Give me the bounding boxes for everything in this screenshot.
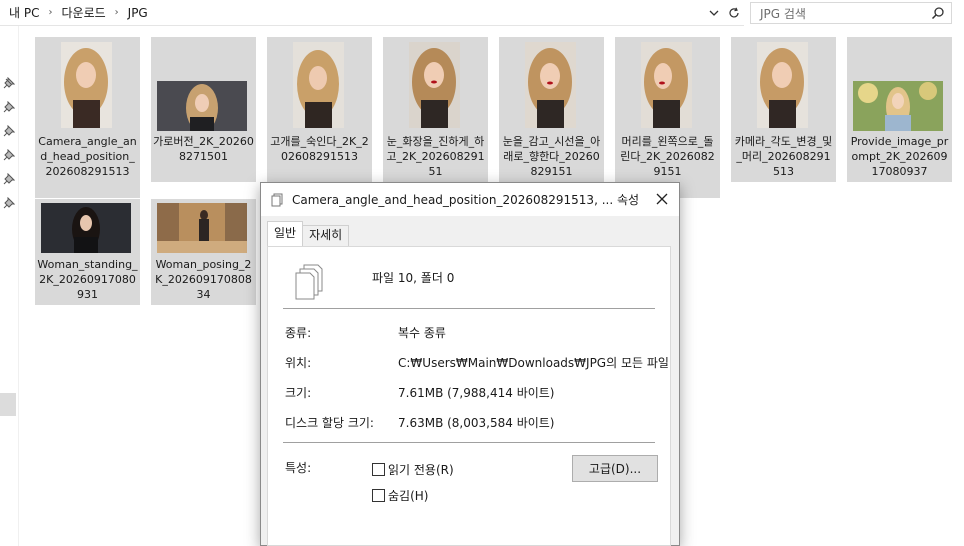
file-tile[interactable]: Provide_image_prompt_2K_20260917080937 [847,37,952,182]
file-thumbnail [853,81,943,131]
file-thumbnail [293,42,344,128]
file-tile[interactable]: 카메라_각도_변경_및_머리_202608291513 [731,37,836,182]
properties-dialog: Camera_angle_and_head_position_202608291… [260,182,680,546]
tab-general[interactable]: 일반 [267,221,304,246]
file-thumbnail [409,42,460,128]
file-thumbnail [157,81,247,131]
file-name: 고개를_숙인다_2K_202608291513 [270,135,369,163]
size-value: 7.61MB (7,988,414 바이트) [398,386,555,400]
size-on-disk-value: 7.63MB (8,003,584 바이트) [398,416,555,430]
location-value: C:₩Users₩Main₩Downloads₩JPG의 모든 파일 [398,356,669,370]
file-name: 가로버전_2K_202608271501 [153,135,254,163]
nav-selected-item[interactable] [0,393,16,416]
breadcrumb-jpg[interactable]: JPG [125,6,151,20]
file-name: 눈을_감고_시선을_아래로_향한다_20260829151 [502,135,601,178]
file-tile[interactable]: Woman_standing_2K_20260917080931 [35,199,140,305]
attributes-label: 특성: [285,461,312,475]
breadcrumb-chevron-icon[interactable]: › [42,7,58,18]
close-icon[interactable] [653,190,671,208]
pin-icon[interactable] [3,173,15,185]
divider [283,442,655,443]
file-name: Woman_standing_2K_20260917080931 [37,258,138,301]
pin-icon[interactable] [3,125,15,137]
breadcrumb-chevron-icon[interactable]: › [109,7,125,18]
file-name: Woman_posing_2K_20260917080834 [155,258,252,301]
address-bar[interactable]: 내 PC › 다운로드 › JPG [0,0,744,26]
hidden-label: 숨김(H) [388,489,429,503]
checkbox-box[interactable] [372,489,385,502]
file-thumbnail [41,203,131,253]
file-thumbnail [757,42,808,128]
file-tile[interactable]: 고개를_숙인다_2K_202608291513 [267,37,372,182]
checkbox-box[interactable] [372,463,385,476]
type-label: 종류: [285,326,312,340]
breadcrumb-this-pc[interactable]: 내 PC [6,4,42,21]
file-name: 눈_화장을_진하게_하고_2K_20260829151 [386,135,485,178]
tab-details[interactable]: 자세히 [302,225,350,246]
type-value: 복수 종류 [398,326,446,340]
dialog-title-bar[interactable]: Camera_angle_and_head_position_202608291… [261,183,679,216]
breadcrumb-downloads[interactable]: 다운로드 [58,4,108,21]
search-placeholder: JPG 검색 [760,6,806,21]
location-label: 위치: [285,356,312,370]
pin-icon[interactable] [3,101,15,113]
pin-icon[interactable] [3,77,15,89]
file-tile[interactable]: Woman_posing_2K_20260917080834 [151,199,256,305]
file-thumbnail [61,42,112,128]
divider [283,308,655,309]
file-tile[interactable]: 눈_화장을_진하게_하고_2K_20260829151 [383,37,488,187]
readonly-checkbox[interactable]: 읽기 전용(R) [372,461,454,478]
multiple-files-icon [295,264,323,300]
file-thumbnail [641,42,692,128]
navigation-pane [0,26,19,546]
size-on-disk-label: 디스크 할당 크기: [285,416,374,430]
dialog-tabs: 일반 자세히 [267,221,350,246]
breadcrumb: 내 PC › 다운로드 › JPG [0,0,704,25]
file-tile[interactable]: 눈을_감고_시선을_아래로_향한다_20260829151 [499,37,604,187]
hidden-checkbox[interactable]: 숨김(H) [372,487,428,504]
file-tile[interactable]: 가로버전_2K_202608271501 [151,37,256,182]
file-thumbnail [525,42,576,128]
file-thumbnail [157,203,247,253]
file-name: 머리를_왼쪽으로_돌린다_2K_20260829151 [620,135,715,178]
search-input[interactable]: JPG 검색 [750,2,952,24]
pin-icon[interactable] [3,149,15,161]
file-tile[interactable]: Camera_angle_and_head_position_202608291… [35,37,140,198]
readonly-label: 읽기 전용(R) [388,463,454,477]
file-name: Camera_angle_and_head_position_202608291… [38,135,137,178]
size-label: 크기: [285,386,312,400]
file-tile[interactable]: 머리를_왼쪽으로_돌린다_2K_20260829151 [615,37,720,198]
file-name: Provide_image_prompt_2K_20260917080937 [850,135,949,178]
chevron-down-icon[interactable] [704,2,724,24]
advanced-button[interactable]: 고급(D)... [572,455,658,482]
file-name: 카메라_각도_변경_및_머리_202608291513 [734,135,833,178]
selection-summary: 파일 10, 폴더 0 [372,271,455,285]
refresh-icon[interactable] [724,2,744,24]
pin-icon[interactable] [3,197,15,209]
files-icon [271,193,283,206]
dialog-title: Camera_angle_and_head_position_202608291… [292,193,640,207]
search-icon[interactable] [931,6,945,23]
general-tab-panel: 파일 10, 폴더 0 종류: 복수 종류 위치: C:₩Users₩Main₩… [267,246,671,546]
